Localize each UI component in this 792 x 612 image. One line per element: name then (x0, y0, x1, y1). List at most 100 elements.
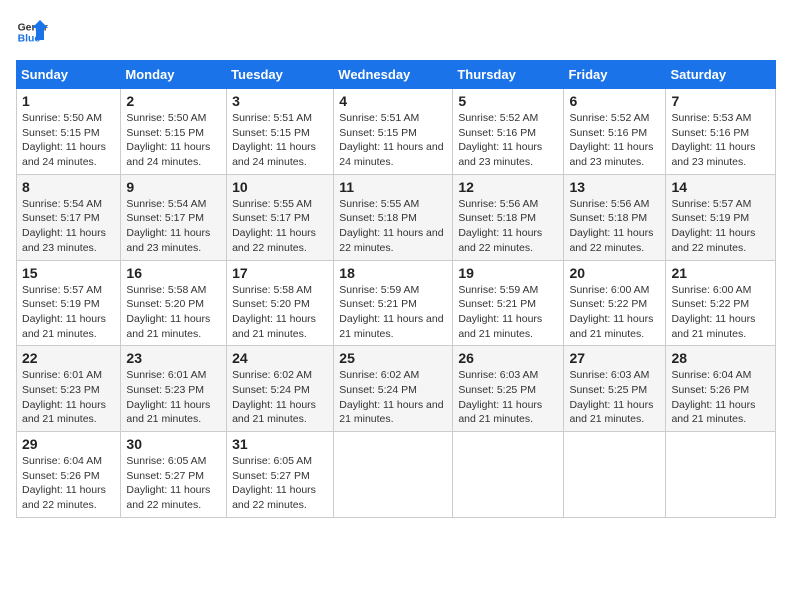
day-info: Sunrise: 5:54 AMSunset: 5:17 PMDaylight:… (22, 197, 115, 256)
calendar-cell: 11Sunrise: 5:55 AMSunset: 5:18 PMDayligh… (334, 174, 453, 260)
calendar-cell: 14 Sunrise: 5:57 AMSunset: 5:19 PMDayligh… (666, 174, 776, 260)
day-info: Sunrise: 5:51 AMSunset: 5:15 PMDaylight:… (232, 111, 328, 170)
day-number: 23 (126, 350, 221, 366)
day-info: Sunrise: 6:05 AMSunset: 5:27 PMDaylight:… (232, 454, 328, 513)
day-number: 15 (22, 265, 115, 281)
logo: General Blue (16, 16, 48, 48)
day-info: Sunrise: 5:55 AMSunset: 5:17 PMDaylight:… (232, 197, 328, 256)
day-number: 19 (458, 265, 558, 281)
day-info: Sunrise: 5:54 AMSunset: 5:17 PMDaylight:… (126, 197, 221, 256)
day-info: Sunrise: 6:04 AMSunset: 5:26 PMDaylight:… (22, 454, 115, 513)
day-info: Sunrise: 6:03 AMSunset: 5:25 PMDaylight:… (458, 368, 558, 427)
calendar-cell: 19 Sunrise: 5:59 AMSunset: 5:21 PMDayligh… (453, 260, 564, 346)
calendar-cell (334, 432, 453, 518)
page-header: General Blue (16, 16, 776, 48)
calendar-cell (666, 432, 776, 518)
column-header-thursday: Thursday (453, 61, 564, 89)
day-info: Sunrise: 6:03 AMSunset: 5:25 PMDaylight:… (569, 368, 660, 427)
day-number: 3 (232, 93, 328, 109)
calendar-cell: 18 Sunrise: 5:59 AMSunset: 5:21 PMDayligh… (334, 260, 453, 346)
calendar-cell: 25 Sunrise: 6:02 AMSunset: 5:24 PMDayligh… (334, 346, 453, 432)
day-info: Sunrise: 6:04 AMSunset: 5:26 PMDaylight:… (671, 368, 770, 427)
day-number: 29 (22, 436, 115, 452)
calendar-cell: 24 Sunrise: 6:02 AMSunset: 5:24 PMDayligh… (227, 346, 334, 432)
calendar-week-row: 29 Sunrise: 6:04 AMSunset: 5:26 PMDayligh… (17, 432, 776, 518)
calendar-table: SundayMondayTuesdayWednesdayThursdayFrid… (16, 60, 776, 518)
day-info: Sunrise: 5:58 AMSunset: 5:20 PMDaylight:… (126, 283, 221, 342)
column-header-monday: Monday (121, 61, 227, 89)
day-info: Sunrise: 5:58 AMSunset: 5:20 PMDaylight:… (232, 283, 328, 342)
day-info: Sunrise: 5:50 AMSunset: 5:15 PMDaylight:… (22, 111, 115, 170)
calendar-cell: 26 Sunrise: 6:03 AMSunset: 5:25 PMDayligh… (453, 346, 564, 432)
calendar-week-row: 8 Sunrise: 5:54 AMSunset: 5:17 PMDaylight… (17, 174, 776, 260)
day-number: 1 (22, 93, 115, 109)
column-header-sunday: Sunday (17, 61, 121, 89)
day-info: Sunrise: 6:00 AMSunset: 5:22 PMDaylight:… (569, 283, 660, 342)
day-info: Sunrise: 5:57 AMSunset: 5:19 PMDaylight:… (22, 283, 115, 342)
day-number: 31 (232, 436, 328, 452)
day-info: Sunrise: 5:59 AMSunset: 5:21 PMDaylight:… (458, 283, 558, 342)
calendar-cell: 23Sunrise: 6:01 AMSunset: 5:23 PMDayligh… (121, 346, 227, 432)
calendar-cell: 28 Sunrise: 6:04 AMSunset: 5:26 PMDayligh… (666, 346, 776, 432)
day-info: Sunrise: 6:00 AMSunset: 5:22 PMDaylight:… (671, 283, 770, 342)
day-number: 30 (126, 436, 221, 452)
calendar-cell: 7Sunrise: 5:53 AMSunset: 5:16 PMDaylight… (666, 89, 776, 175)
column-header-saturday: Saturday (666, 61, 776, 89)
day-info: Sunrise: 5:50 AMSunset: 5:15 PMDaylight:… (126, 111, 221, 170)
calendar-cell: 9 Sunrise: 5:54 AMSunset: 5:17 PMDaylight… (121, 174, 227, 260)
day-number: 5 (458, 93, 558, 109)
day-info: Sunrise: 5:57 AMSunset: 5:19 PMDaylight:… (671, 197, 770, 256)
day-info: Sunrise: 5:56 AMSunset: 5:18 PMDaylight:… (458, 197, 558, 256)
calendar-cell: 30 Sunrise: 6:05 AMSunset: 5:27 PMDayligh… (121, 432, 227, 518)
column-header-tuesday: Tuesday (227, 61, 334, 89)
day-number: 28 (671, 350, 770, 366)
calendar-cell: 17 Sunrise: 5:58 AMSunset: 5:20 PMDayligh… (227, 260, 334, 346)
day-number: 20 (569, 265, 660, 281)
calendar-cell: 27 Sunrise: 6:03 AMSunset: 5:25 PMDayligh… (564, 346, 666, 432)
calendar-cell (453, 432, 564, 518)
day-number: 8 (22, 179, 115, 195)
day-info: Sunrise: 5:51 AMSunset: 5:15 PMDaylight:… (339, 111, 447, 170)
calendar-cell: 8 Sunrise: 5:54 AMSunset: 5:17 PMDaylight… (17, 174, 121, 260)
logo-icon: General Blue (16, 16, 48, 48)
calendar-week-row: 1 Sunrise: 5:50 AMSunset: 5:15 PMDaylight… (17, 89, 776, 175)
calendar-cell: 12Sunrise: 5:56 AMSunset: 5:18 PMDayligh… (453, 174, 564, 260)
day-number: 18 (339, 265, 447, 281)
day-number: 16 (126, 265, 221, 281)
calendar-cell: 3 Sunrise: 5:51 AMSunset: 5:15 PMDaylight… (227, 89, 334, 175)
day-info: Sunrise: 5:52 AMSunset: 5:16 PMDaylight:… (569, 111, 660, 170)
calendar-cell: 16 Sunrise: 5:58 AMSunset: 5:20 PMDayligh… (121, 260, 227, 346)
day-number: 21 (671, 265, 770, 281)
column-header-wednesday: Wednesday (334, 61, 453, 89)
column-header-friday: Friday (564, 61, 666, 89)
day-number: 25 (339, 350, 447, 366)
day-info: Sunrise: 6:02 AMSunset: 5:24 PMDaylight:… (232, 368, 328, 427)
day-info: Sunrise: 6:05 AMSunset: 5:27 PMDaylight:… (126, 454, 221, 513)
calendar-cell: 22 Sunrise: 6:01 AMSunset: 5:23 PMDayligh… (17, 346, 121, 432)
day-info: Sunrise: 5:55 AMSunset: 5:18 PMDaylight:… (339, 197, 447, 256)
day-info: Sunrise: 5:56 AMSunset: 5:18 PMDaylight:… (569, 197, 660, 256)
day-number: 27 (569, 350, 660, 366)
day-number: 6 (569, 93, 660, 109)
day-number: 24 (232, 350, 328, 366)
day-number: 17 (232, 265, 328, 281)
day-info: Sunrise: 5:53 AMSunset: 5:16 PMDaylight:… (671, 111, 770, 170)
day-info: Sunrise: 6:02 AMSunset: 5:24 PMDaylight:… (339, 368, 447, 427)
day-info: Sunrise: 5:59 AMSunset: 5:21 PMDaylight:… (339, 283, 447, 342)
day-number: 2 (126, 93, 221, 109)
calendar-cell: 4Sunrise: 5:51 AMSunset: 5:15 PMDaylight… (334, 89, 453, 175)
day-number: 14 (671, 179, 770, 195)
day-info: Sunrise: 6:01 AMSunset: 5:23 PMDaylight:… (22, 368, 115, 427)
calendar-cell: 5 Sunrise: 5:52 AMSunset: 5:16 PMDaylight… (453, 89, 564, 175)
calendar-cell: 1 Sunrise: 5:50 AMSunset: 5:15 PMDaylight… (17, 89, 121, 175)
day-number: 13 (569, 179, 660, 195)
day-info: Sunrise: 5:52 AMSunset: 5:16 PMDaylight:… (458, 111, 558, 170)
calendar-cell: 29 Sunrise: 6:04 AMSunset: 5:26 PMDayligh… (17, 432, 121, 518)
day-number: 26 (458, 350, 558, 366)
day-number: 22 (22, 350, 115, 366)
calendar-cell: 2 Sunrise: 5:50 AMSunset: 5:15 PMDaylight… (121, 89, 227, 175)
calendar-header-row: SundayMondayTuesdayWednesdayThursdayFrid… (17, 61, 776, 89)
calendar-cell: 10Sunrise: 5:55 AMSunset: 5:17 PMDayligh… (227, 174, 334, 260)
day-number: 9 (126, 179, 221, 195)
calendar-cell: 15 Sunrise: 5:57 AMSunset: 5:19 PMDayligh… (17, 260, 121, 346)
